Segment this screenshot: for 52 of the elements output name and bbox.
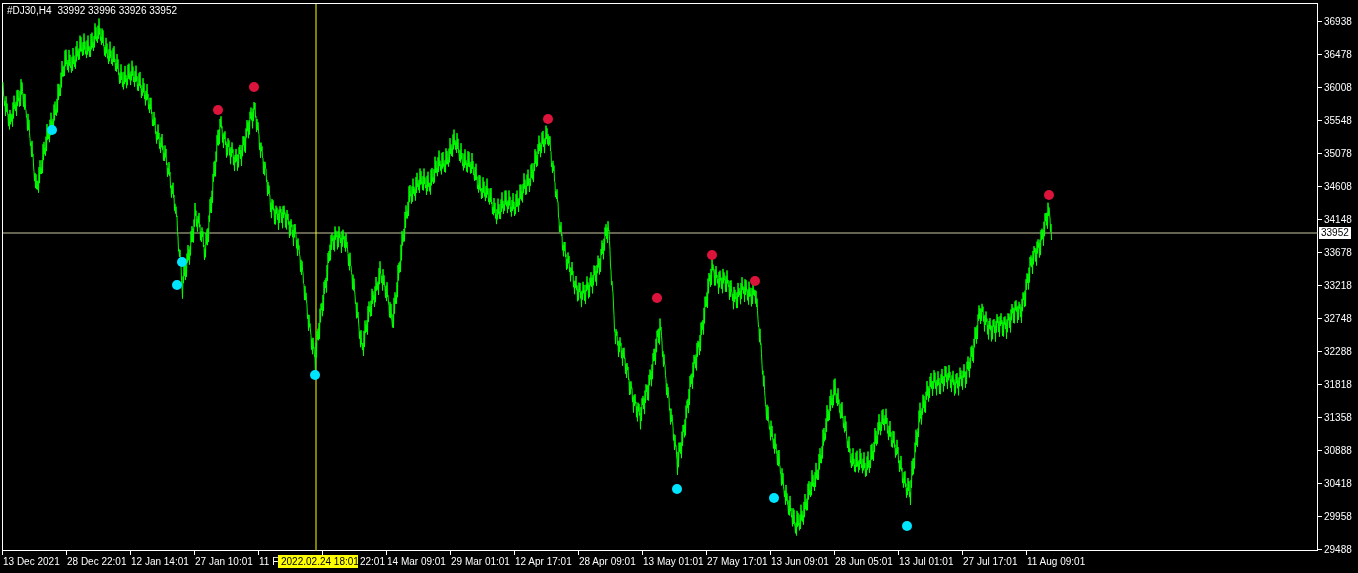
signal-dot [249, 82, 259, 92]
signal-dot [750, 276, 760, 286]
price-axis-label: 32288 [1324, 345, 1352, 358]
time-axis-label: 13 Jun 09:01 [771, 555, 830, 568]
signal-dot [1044, 190, 1054, 200]
time-axis-label: 27 May 17:01 [707, 555, 769, 568]
crosshair-time-label: 2022.02.24 18:01 [278, 555, 358, 568]
signal-dot [769, 493, 779, 503]
time-axis-label: 28 Dec 22:01 [67, 555, 128, 568]
price-axis-label: 31818 [1324, 378, 1352, 391]
price-axis-label: 36478 [1324, 48, 1352, 61]
symbol-label: #DJ30,H4 [7, 4, 52, 18]
signal-dot [652, 293, 662, 303]
price-axis-label: 32748 [1324, 312, 1352, 325]
price-axis-label: 34148 [1324, 213, 1352, 226]
time-axis-label: 14 Mar 09:01 [387, 555, 447, 568]
signal-dot [47, 125, 57, 135]
signal-dot [902, 521, 912, 531]
price-axis-label: 29958 [1324, 510, 1352, 523]
time-axis-label: 13 May 01:01 [643, 555, 705, 568]
ohlc-values: 33992 33996 33926 33952 [57, 4, 178, 18]
price-axis-label: 29488 [1324, 543, 1352, 556]
price-axis-label: 30888 [1324, 444, 1352, 457]
time-axis-label: 11 Aug 09:01 [1027, 555, 1087, 568]
signal-dot [177, 257, 187, 267]
price-axis-label: 34608 [1324, 180, 1352, 193]
price-axis-label: 35548 [1324, 114, 1352, 127]
price-axis-label: 35078 [1324, 147, 1352, 160]
price-axis-label: 33678 [1324, 246, 1352, 259]
time-axis-label: 13 Jul 01:01 [899, 555, 955, 568]
price-axis-label: 31358 [1324, 411, 1352, 424]
signal-dot [172, 280, 182, 290]
time-axis-label: 27 Jul 17:01 [963, 555, 1019, 568]
time-axis-label: 29 Mar 01:01 [451, 555, 511, 568]
time-axis-label: 13 Dec 2021 [3, 555, 61, 568]
price-axis-label: 30418 [1324, 477, 1352, 490]
price-axis-label: 36008 [1324, 81, 1352, 94]
signal-dot [543, 114, 553, 124]
time-axis-label: 12 Jan 14:01 [131, 555, 190, 568]
price-axis-label: 36938 [1324, 15, 1352, 28]
signal-dot [310, 370, 320, 380]
time-axis-label: 22:01 [358, 555, 386, 568]
signal-dot [707, 250, 717, 260]
time-axis-label: 12 Apr 17:01 [515, 555, 573, 568]
time-axis-label: 11 F [259, 555, 278, 568]
signal-dot [213, 105, 223, 115]
current-price-label: 33952 [1319, 227, 1351, 239]
time-axis-label: 28 Jun 05:01 [835, 555, 894, 568]
signal-dot [672, 484, 682, 494]
time-axis-label: 28 Apr 09:01 [579, 555, 637, 568]
price-axis-label: 33218 [1324, 279, 1352, 292]
time-axis-label: 27 Jan 10:01 [195, 555, 254, 568]
